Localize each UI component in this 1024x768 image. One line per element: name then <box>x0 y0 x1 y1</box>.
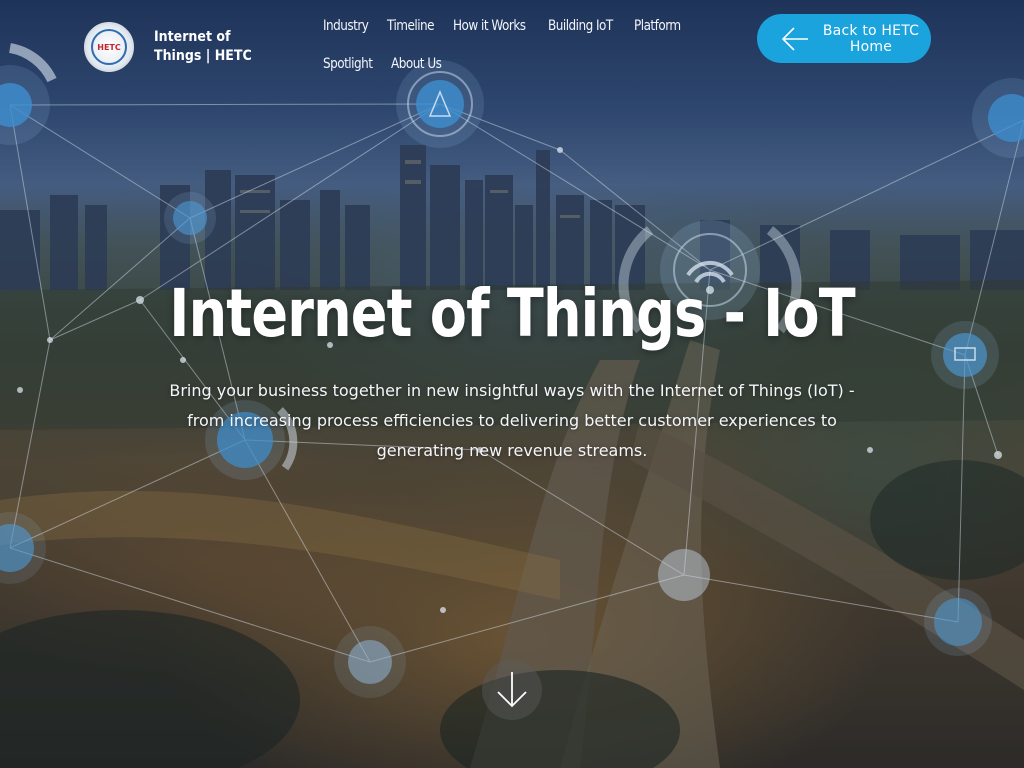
hero-subtitle: Bring your business together in new insi… <box>169 381 855 460</box>
nav-item-building-iot[interactable]: Building IoT <box>548 16 613 36</box>
back-button-label: Back to HETC Home <box>822 22 920 55</box>
site-name[interactable]: Internet of Things | HETC <box>154 28 254 66</box>
arrow-left-icon <box>781 26 808 51</box>
nav-item-industry[interactable]: Industry <box>323 16 369 36</box>
brand[interactable]: HETC Internet of Things | HETC <box>84 22 254 72</box>
page-title-text: Internet of Things - IoT <box>169 275 855 352</box>
scroll-down-button[interactable] <box>482 660 542 720</box>
hetc-logo[interactable]: HETC <box>84 22 134 72</box>
nav-item-how-it-works[interactable]: How it Works <box>453 16 526 36</box>
back-to-hetc-home-button[interactable]: Back to HETC Home <box>757 14 931 63</box>
page-title: Internet of Things - IoT <box>0 272 1024 356</box>
nav-item-spotlight[interactable]: Spotlight <box>323 54 373 74</box>
nav-item-about-us[interactable]: About Us <box>391 54 442 74</box>
nav-item-platform[interactable]: Platform <box>634 16 681 36</box>
nav-item-timeline[interactable]: Timeline <box>387 16 435 36</box>
arrow-down-icon <box>497 672 527 708</box>
logo-text: HETC <box>97 42 121 52</box>
hero-section: HETC Internet of Things | HETC Industry … <box>0 0 1024 768</box>
main-nav: Industry Timeline How it Works Building … <box>323 16 743 74</box>
